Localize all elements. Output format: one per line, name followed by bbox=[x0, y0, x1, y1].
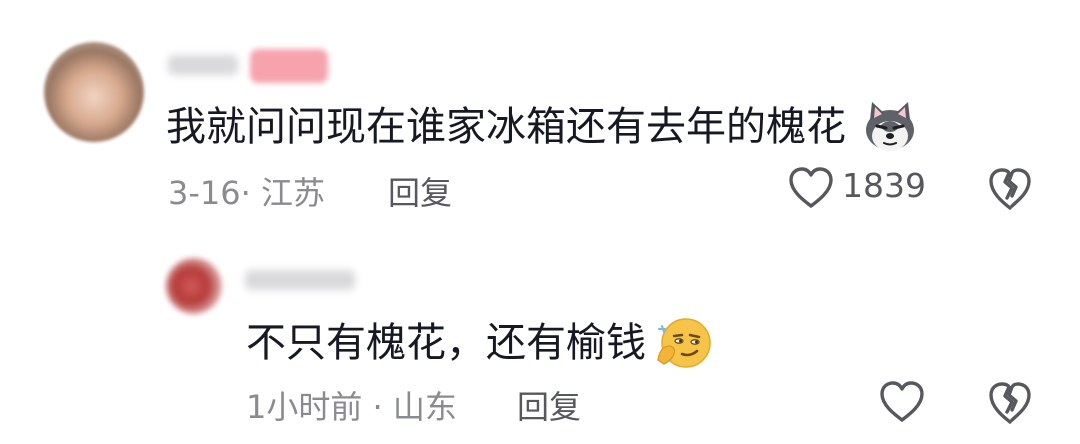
comment-date-location: 3-16· 江苏 bbox=[168, 174, 325, 212]
commenter-avatar[interactable] bbox=[44, 42, 144, 142]
reply-text: 不只有槐花，还有榆钱 bbox=[246, 320, 646, 366]
replier-avatar[interactable] bbox=[166, 258, 222, 314]
author-badge-blurred bbox=[250, 49, 328, 83]
like-count: 1839 bbox=[842, 166, 926, 205]
smirking-face-emoji-icon bbox=[657, 318, 711, 368]
replier-name-blurred[interactable] bbox=[245, 270, 355, 290]
broken-heart-icon[interactable] bbox=[988, 380, 1032, 426]
broken-heart-icon[interactable] bbox=[988, 166, 1032, 212]
commenter-name-blurred[interactable] bbox=[168, 55, 238, 75]
reply-button[interactable]: 回复 bbox=[388, 168, 452, 214]
heart-icon[interactable] bbox=[787, 166, 835, 210]
reply-time-location: 1小时前 · 山东 bbox=[246, 388, 457, 426]
comment-text: 我就问问现在谁家冰箱还有去年的槐花 bbox=[166, 104, 846, 150]
husky-dog-emoji-icon bbox=[866, 102, 914, 151]
heart-icon[interactable] bbox=[878, 380, 926, 424]
reply-button[interactable]: 回复 bbox=[517, 382, 581, 428]
